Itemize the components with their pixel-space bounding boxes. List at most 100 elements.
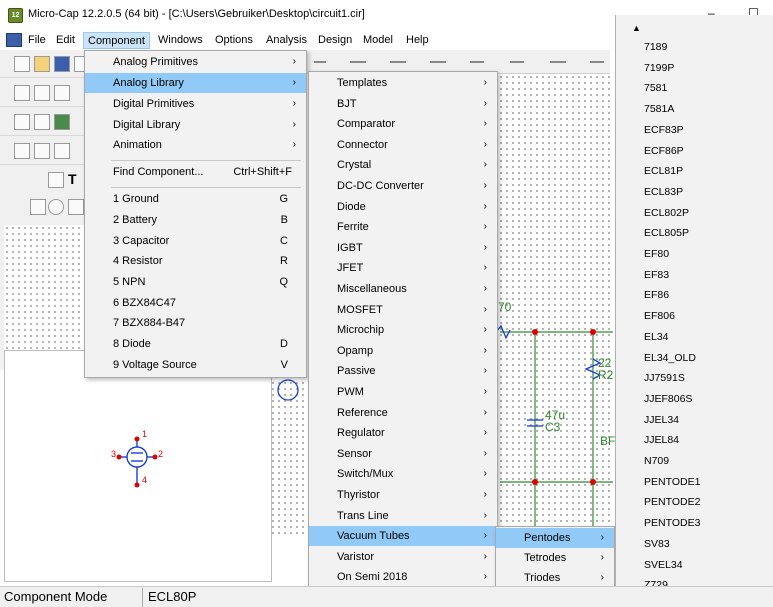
- submenu-item-regulator[interactable]: Regulator ›: [309, 423, 497, 443]
- menu-windows[interactable]: Windows: [154, 32, 207, 49]
- pentode-item[interactable]: 7189: [644, 41, 667, 53]
- flag-icon[interactable]: [68, 199, 84, 215]
- pentode-item[interactable]: SVEL34: [644, 559, 683, 571]
- pentode-item[interactable]: JJEL84: [644, 434, 679, 446]
- window-list-icon[interactable]: [54, 85, 70, 101]
- menu-item-recent-7[interactable]: 7 BZX884-B47: [85, 313, 306, 333]
- text-mode-icon[interactable]: T: [68, 172, 84, 188]
- properties-icon[interactable]: [14, 114, 30, 130]
- menu-model[interactable]: Model: [359, 32, 397, 49]
- pentode-item[interactable]: EF83: [644, 269, 669, 281]
- pentode-item[interactable]: JJEL34: [644, 414, 679, 426]
- submenu-item-jfet[interactable]: JFET ›: [309, 258, 497, 278]
- menu-item-recent-1[interactable]: 1 Ground G: [85, 189, 306, 209]
- pentode-item[interactable]: SV83: [644, 538, 670, 550]
- submenu-item-passive[interactable]: Passive ›: [309, 361, 497, 381]
- menu-file[interactable]: File: [24, 32, 50, 49]
- pentode-item[interactable]: ECL83P: [644, 186, 683, 198]
- globe-icon[interactable]: [54, 114, 70, 130]
- component-icon[interactable]: [34, 114, 50, 130]
- pentode-item[interactable]: PENTODE3: [644, 517, 700, 529]
- pentode-item[interactable]: EF86: [644, 289, 669, 301]
- wire-mode-icon[interactable]: [48, 172, 64, 188]
- window-cascade-icon[interactable]: [14, 85, 30, 101]
- menu-item-digital-primitives[interactable]: Digital Primitives ›: [85, 94, 306, 114]
- pentode-item[interactable]: 7581: [644, 82, 667, 94]
- submenu-item-templates[interactable]: Templates ›: [309, 73, 497, 93]
- schematic-grid-left[interactable]: [4, 225, 86, 350]
- box-icon[interactable]: [30, 199, 46, 215]
- submenu-item-sensor[interactable]: Sensor ›: [309, 444, 497, 464]
- pan-hand-icon[interactable]: [30, 172, 46, 188]
- pentode-item[interactable]: ECL81P: [644, 165, 683, 177]
- menu-item-recent-5[interactable]: 5 NPN Q: [85, 272, 306, 292]
- pentode-item[interactable]: JJ7591S: [644, 372, 685, 384]
- new-file-icon[interactable]: [14, 56, 30, 72]
- submenu-item-ferrite[interactable]: Ferrite ›: [309, 217, 497, 237]
- tube-type-pentodes[interactable]: Pentodes ›: [496, 528, 614, 548]
- pentode-item[interactable]: JJEF806S: [644, 393, 692, 405]
- menu-item-animation[interactable]: Animation ›: [85, 135, 306, 155]
- circle-icon[interactable]: [48, 199, 64, 215]
- pentode-item[interactable]: ECL805P: [644, 227, 689, 239]
- open-folder-icon[interactable]: [34, 56, 50, 72]
- submenu-item-vacuum-tubes[interactable]: Vacuum Tubes ›: [309, 526, 497, 547]
- pentode-item[interactable]: 7581A: [644, 103, 674, 115]
- pentode-item[interactable]: N709: [644, 455, 669, 467]
- menu-component[interactable]: Component: [83, 32, 150, 49]
- menu-item-recent-6[interactable]: 6 BZX84C47: [85, 293, 306, 313]
- submenu-item-dc-dc-converter[interactable]: DC-DC Converter ›: [309, 176, 497, 196]
- submenu-item-bjt[interactable]: BJT ›: [309, 94, 497, 114]
- submenu-item-diode[interactable]: Diode ›: [309, 197, 497, 217]
- document-icon[interactable]: [6, 33, 22, 47]
- node-icon[interactable]: [12, 199, 28, 215]
- pentode-item[interactable]: ECL802P: [644, 207, 689, 219]
- submenu-item-igbt[interactable]: IGBT ›: [309, 238, 497, 258]
- menu-item-analog-primitives[interactable]: Analog Primitives ›: [85, 52, 306, 72]
- submenu-item-trans-line[interactable]: Trans Line ›: [309, 506, 497, 526]
- scroll-up-icon[interactable]: ▲: [632, 23, 641, 33]
- submenu-item-connector[interactable]: Connector ›: [309, 135, 497, 155]
- menu-item-recent-2[interactable]: 2 Battery B: [85, 210, 306, 230]
- submenu-item-switch-mux[interactable]: Switch/Mux ›: [309, 464, 497, 484]
- schematic-lower-pane[interactable]: 1 2 3 4: [4, 350, 272, 582]
- pentode-item[interactable]: PENTODE2: [644, 496, 700, 508]
- window-tile-icon[interactable]: [34, 85, 50, 101]
- menu-item-recent-3[interactable]: 3 Capacitor C: [85, 231, 306, 251]
- tube-type-tetrodes[interactable]: Tetrodes ›: [496, 548, 614, 568]
- submenu-item-reference[interactable]: Reference ›: [309, 403, 497, 423]
- menu-help[interactable]: Help: [402, 32, 433, 49]
- zoom-window-icon[interactable]: [34, 143, 50, 159]
- pentode-item[interactable]: ECF86P: [644, 145, 684, 157]
- pentode-item[interactable]: EL34: [644, 331, 669, 343]
- submenu-item-crystal[interactable]: Crystal ›: [309, 155, 497, 175]
- submenu-item-pwm[interactable]: PWM ›: [309, 382, 497, 402]
- menu-item-recent-9[interactable]: 9 Voltage Source V: [85, 355, 306, 375]
- submenu-item-mosfet[interactable]: MOSFET ›: [309, 300, 497, 320]
- pentode-item[interactable]: EF806: [644, 310, 675, 322]
- menu-edit[interactable]: Edit: [52, 32, 79, 49]
- submenu-item-thyristor[interactable]: Thyristor ›: [309, 485, 497, 505]
- pentode-item[interactable]: 7199P: [644, 62, 674, 74]
- select-arrow-icon[interactable]: [12, 172, 28, 188]
- menu-item-find-component[interactable]: Find Component... Ctrl+Shift+F: [85, 162, 306, 182]
- submenu-item-microchip[interactable]: Microchip ›: [309, 320, 497, 340]
- save-icon[interactable]: [54, 56, 70, 72]
- pentode-item[interactable]: PENTODE1: [644, 476, 700, 488]
- pentode-item[interactable]: EF80: [644, 248, 669, 260]
- menu-item-recent-4[interactable]: 4 Resistor R: [85, 251, 306, 271]
- submenu-item-comparator[interactable]: Comparator ›: [309, 114, 497, 134]
- tube-type-triodes[interactable]: Triodes ›: [496, 568, 614, 588]
- menu-design[interactable]: Design: [314, 32, 356, 49]
- submenu-item-on-semi-2018[interactable]: On Semi 2018 ›: [309, 567, 497, 587]
- menu-item-recent-8[interactable]: 8 Diode D: [85, 334, 306, 354]
- pentode-item[interactable]: ECF83P: [644, 124, 684, 136]
- menu-analysis[interactable]: Analysis: [262, 32, 311, 49]
- menu-item-analog-library[interactable]: Analog Library ›: [85, 73, 306, 93]
- submenu-item-opamp[interactable]: Opamp ›: [309, 341, 497, 361]
- menu-options[interactable]: Options: [211, 32, 257, 49]
- submenu-item-varistor[interactable]: Varistor ›: [309, 547, 497, 567]
- menu-item-digital-library[interactable]: Digital Library ›: [85, 115, 306, 135]
- submenu-item-miscellaneous[interactable]: Miscellaneous ›: [309, 279, 497, 299]
- pentode-item[interactable]: EL34_OLD: [644, 352, 696, 364]
